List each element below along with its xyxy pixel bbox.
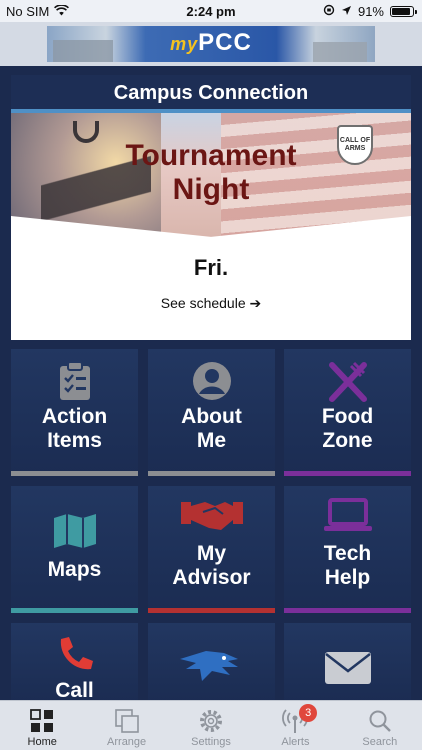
mypcc-logo: myPCC — [170, 29, 252, 56]
tab-settings[interactable]: Settings — [169, 701, 253, 750]
battery-percent: 91% — [357, 4, 384, 19]
tab-home[interactable]: Home — [0, 701, 84, 750]
user-circle-icon — [148, 361, 275, 401]
app-header: myPCC — [0, 22, 422, 66]
tile-food-zone[interactable]: Food Zone — [284, 349, 411, 476]
tile-email[interactable] — [284, 623, 411, 703]
eagle-mascot-icon — [148, 647, 275, 687]
tab-alerts[interactable]: 3 Alerts — [253, 701, 337, 750]
broadcast-icon — [253, 707, 337, 735]
event-headline: Tournament Night — [125, 139, 297, 206]
tile-eagle[interactable] — [148, 623, 275, 703]
tile-call[interactable]: Call — [11, 623, 138, 703]
location-arrow-icon — [341, 4, 352, 19]
handshake-icon — [148, 498, 275, 532]
phone-icon — [11, 635, 138, 675]
event-banner-image: Tournament Night CALL OF ARMS — [11, 113, 411, 237]
tab-arrange[interactable]: Arrange — [84, 701, 168, 750]
arrow-right-icon: ➔ — [249, 295, 262, 311]
arrange-icon — [84, 707, 168, 735]
tab-label: Home — [27, 736, 57, 748]
tile-label: Action — [41, 405, 108, 428]
tile-my-advisor[interactable]: My Advisor — [148, 486, 275, 613]
tile-action-items[interactable]: Action Items — [11, 349, 138, 476]
event-date: Fri. — [193, 255, 229, 280]
orientation-lock-icon — [323, 4, 335, 19]
map-icon — [11, 512, 138, 550]
tile-tech-help[interactable]: Tech Help — [284, 486, 411, 613]
battery-icon — [390, 6, 417, 17]
campus-connection-title: Campus Connection — [11, 75, 411, 109]
mypcc-banner: myPCC — [47, 26, 375, 62]
see-schedule-label: See schedule — [160, 295, 246, 311]
campus-connection-card[interactable]: Campus Connection Tournament Night CALL … — [11, 75, 411, 340]
clipboard-checklist-icon — [11, 361, 138, 401]
status-bar: No SIM 2:24 pm 91% — [0, 0, 422, 22]
grid-icon — [0, 707, 84, 735]
tile-about-me[interactable]: About Me — [148, 349, 275, 476]
see-schedule-link[interactable]: See schedule ➔ — [11, 295, 411, 312]
gear-icon — [169, 707, 253, 735]
laptop-icon — [284, 498, 411, 534]
bottom-tab-bar: Home Arrange Settings 3 Alerts Search — [0, 700, 422, 750]
call-of-arms-badge: CALL OF ARMS — [337, 125, 373, 165]
tab-search[interactable]: Search — [338, 701, 422, 750]
tile-maps[interactable]: Maps — [11, 486, 138, 613]
search-icon — [338, 707, 422, 735]
envelope-icon — [284, 651, 411, 685]
fork-knife-icon — [284, 361, 411, 403]
